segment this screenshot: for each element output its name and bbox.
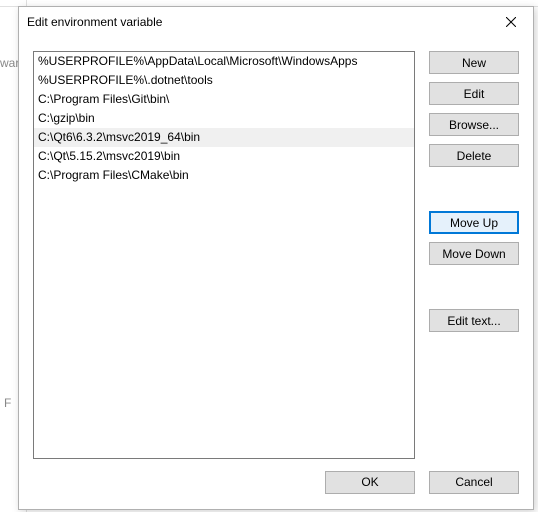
dialog-title: Edit environment variable (27, 15, 488, 29)
dialog-footer: OK Cancel (19, 459, 533, 509)
close-icon (506, 17, 516, 27)
list-item[interactable]: %USERPROFILE%\AppData\Local\Microsoft\Wi… (34, 52, 414, 71)
delete-button[interactable]: Delete (429, 144, 519, 167)
ok-button[interactable]: OK (325, 471, 415, 494)
move-up-button[interactable]: Move Up (429, 211, 519, 234)
browse-button[interactable]: Browse... (429, 113, 519, 136)
list-item[interactable]: C:\Qt\5.15.2\msvc2019\bin (34, 147, 414, 166)
edit-env-var-dialog: Edit environment variable %USERPROFILE%\… (18, 6, 534, 510)
list-item[interactable]: C:\Qt6\6.3.2\msvc2019_64\bin (34, 128, 414, 147)
list-item[interactable]: C:\Program Files\CMake\bin (34, 166, 414, 185)
titlebar: Edit environment variable (19, 7, 533, 37)
edit-button[interactable]: Edit (429, 82, 519, 105)
new-button[interactable]: New (429, 51, 519, 74)
list-item[interactable]: %USERPROFILE%\.dotnet\tools (34, 71, 414, 90)
cancel-button[interactable]: Cancel (429, 471, 519, 494)
list-item[interactable]: C:\Program Files\Git\bin\ (34, 90, 414, 109)
close-button[interactable] (488, 7, 533, 37)
edit-text-button[interactable]: Edit text... (429, 309, 519, 332)
side-button-column: New Edit Browse... Delete Move Up Move D… (429, 51, 519, 459)
path-entries-listbox[interactable]: %USERPROFILE%\AppData\Local\Microsoft\Wi… (33, 51, 415, 459)
list-item[interactable]: C:\gzip\bin (34, 109, 414, 128)
parent-label-fragment-2: F (4, 396, 11, 410)
move-down-button[interactable]: Move Down (429, 242, 519, 265)
